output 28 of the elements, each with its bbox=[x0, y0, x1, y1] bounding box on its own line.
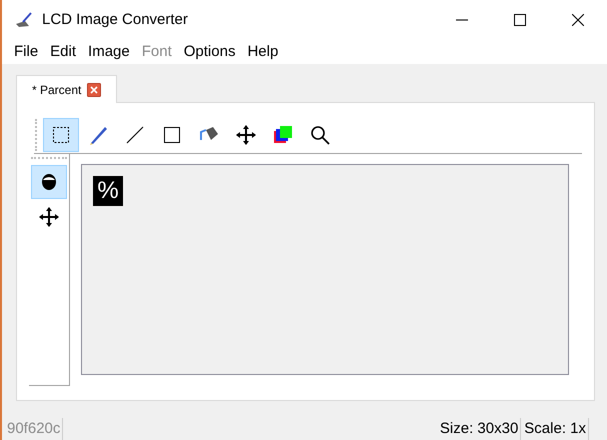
menu-item[interactable]: Image bbox=[82, 40, 136, 64]
move-arrows-icon bbox=[38, 206, 60, 228]
image-size-text: Size: 30x30 bbox=[440, 418, 522, 440]
move-arrows-icon bbox=[235, 124, 257, 146]
close-icon bbox=[572, 14, 584, 26]
window-title: LCD Image Converter bbox=[42, 10, 188, 30]
tool-button[interactable] bbox=[31, 165, 67, 199]
tool-button[interactable] bbox=[43, 118, 79, 152]
close-tab-icon[interactable] bbox=[87, 82, 102, 96]
document-tab[interactable]: * Parcent bbox=[16, 75, 118, 103]
scale-text: Scale: 1x bbox=[524, 418, 589, 440]
status-text: 90f620c bbox=[7, 418, 64, 440]
menu-item[interactable]: Edit bbox=[44, 40, 82, 64]
canvas-area[interactable]: % bbox=[81, 164, 569, 375]
menu-item[interactable]: Options bbox=[178, 40, 242, 64]
color-squares-icon bbox=[272, 124, 294, 146]
glyph-image: % bbox=[93, 176, 123, 206]
selection-icon bbox=[50, 124, 72, 146]
minimize-icon bbox=[456, 19, 468, 21]
tab-label: * Parcent bbox=[32, 82, 82, 98]
pencil-icon bbox=[87, 124, 109, 146]
rectangle-icon bbox=[161, 124, 183, 146]
magnifier-icon bbox=[309, 124, 331, 146]
app-icon bbox=[15, 12, 33, 28]
menu-item[interactable]: File bbox=[8, 40, 44, 64]
maximize-icon bbox=[514, 14, 526, 26]
menu-item[interactable]: Help bbox=[241, 40, 284, 64]
line-icon bbox=[124, 124, 146, 146]
